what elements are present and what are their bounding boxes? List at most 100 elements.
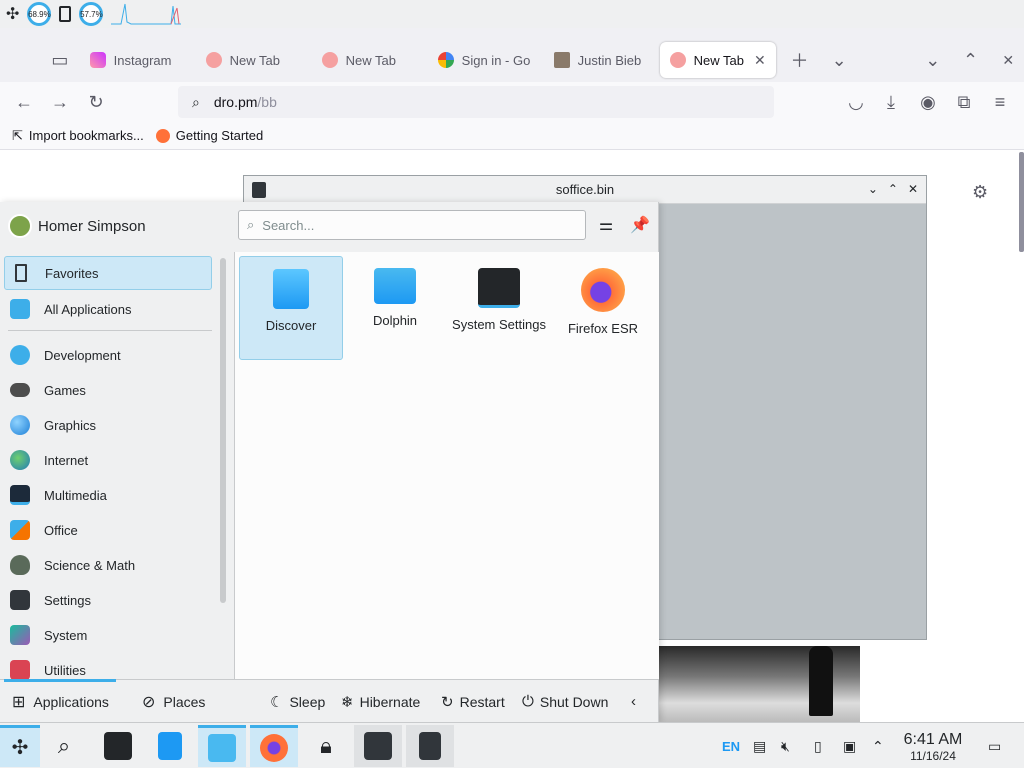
sidebar-item-multimedia[interactable]: Multimedia — [4, 478, 212, 512]
top-panel: ✣ 68.9% 57.7% — [0, 0, 1024, 28]
tab-new-tab[interactable]: New Tab — [196, 42, 312, 78]
memory-meter[interactable]: 57.7% — [79, 2, 104, 26]
volume-muted-icon[interactable]: 🔇︎ — [781, 723, 790, 768]
keyboard-layout[interactable]: EN — [722, 723, 740, 768]
bookmark-import[interactable]: ⇱ Import bookmarks... — [12, 128, 144, 144]
close-window-icon[interactable]: ✕ — [992, 44, 1024, 76]
memory-percent: 57.7% — [80, 9, 103, 19]
sidebar-item-utilities[interactable]: Utilities — [4, 653, 212, 679]
window-title: soffice.bin — [555, 182, 615, 197]
sidebar-item-office[interactable]: Office — [4, 513, 212, 547]
tab-justin-bieber[interactable]: Justin Bieb — [544, 42, 660, 78]
menu-icon[interactable]: ≡ — [984, 86, 1016, 118]
app-launcher-icon[interactable]: ✣ — [6, 4, 19, 24]
maximize-icon[interactable]: ⌃ — [888, 182, 898, 196]
shut-down-button[interactable]: ⏻ Shut Down — [522, 680, 608, 723]
task-lock[interactable]: 🔒︎ — [302, 725, 350, 767]
system-settings-icon — [478, 268, 520, 308]
expand-tray-chevron-icon[interactable]: ⌃ — [872, 723, 884, 768]
close-tab-icon[interactable]: ✕ — [754, 52, 766, 69]
graphics-icon — [10, 415, 30, 435]
app-tile-system-settings[interactable]: System Settings — [447, 256, 551, 360]
avatar[interactable] — [8, 214, 32, 238]
category-sidebar: Favorites All Applications Development G… — [0, 252, 234, 679]
url-bar[interactable]: ⌕ dro.pm/bb — [178, 86, 774, 118]
sidebar-item-favorites[interactable]: Favorites — [4, 256, 212, 290]
bookmark-getting-started[interactable]: Getting Started — [155, 128, 263, 143]
sidebar-item-system[interactable]: System — [4, 618, 212, 652]
tab-instagram[interactable]: Instagram — [80, 42, 196, 78]
show-desktop-icon[interactable]: ▭ — [988, 723, 1001, 768]
task-firefox[interactable] — [250, 725, 298, 767]
task-soffice[interactable] — [406, 725, 454, 767]
tab-overview-icon[interactable]: ▭ — [44, 44, 76, 76]
soffice-titlebar[interactable]: soffice.bin ⌄ ⌃ ✕ — [244, 176, 926, 204]
app-tile-dolphin[interactable]: Dolphin — [343, 256, 447, 360]
navigation-bar: ← → ↻ ⌕ dro.pm/bb ◡ ⤓ ◉ ⧉ ≡ — [0, 82, 1024, 122]
app-tile-discover[interactable]: Discover — [239, 256, 343, 360]
pin-icon[interactable]: 📌 — [629, 214, 651, 236]
maximize-icon[interactable]: ⌃ — [955, 44, 987, 76]
tab-places[interactable]: ⊘ Places — [142, 680, 205, 723]
url-host: dro.pm — [213, 94, 258, 110]
network-icon[interactable]: ▣ — [843, 723, 856, 768]
sidebar-item-all-applications[interactable]: All Applications — [4, 292, 212, 326]
tab-bar: ▭ Instagram New Tab New Tab Sign in - Go… — [0, 38, 1024, 82]
sidebar-item-settings[interactable]: Settings — [4, 583, 212, 617]
sidebar-item-development[interactable]: Development — [4, 338, 212, 372]
settings-sliders-icon — [10, 590, 30, 610]
tab-google-sign-in[interactable]: Sign in - Go — [428, 42, 544, 78]
new-tab-plus-icon[interactable]: ＋ — [784, 44, 816, 76]
tab-new-tab-active[interactable]: New Tab ✕ — [659, 42, 776, 78]
extensions-icon[interactable]: ⧉ — [948, 86, 980, 118]
tab-applications[interactable]: ⊞ Applications — [4, 679, 116, 723]
search-icon: ⌕ — [247, 217, 255, 232]
account-icon[interactable]: ◉ — [912, 86, 944, 118]
back-icon[interactable]: ← — [8, 86, 40, 118]
restart-button[interactable]: ↻ Restart — [441, 680, 505, 723]
search-input[interactable] — [262, 217, 563, 233]
battery-icon[interactable]: ▯ — [814, 723, 822, 768]
gamepad-icon — [10, 383, 30, 397]
task-dolphin[interactable] — [198, 725, 246, 767]
configure-sliders-icon[interactable]: ⚌ — [595, 214, 617, 236]
firefox-icon — [321, 52, 338, 68]
sidebar-item-games[interactable]: Games — [4, 373, 212, 407]
minimize-icon[interactable]: ⌄ — [868, 182, 878, 196]
firefox-icon — [581, 268, 625, 312]
task-system-settings[interactable] — [94, 725, 142, 767]
page-scrollbar[interactable] — [1019, 152, 1024, 252]
more-options-button[interactable]: ‹ — [631, 680, 636, 723]
downloads-icon[interactable]: ⤓ — [875, 86, 907, 118]
clock[interactable]: 6:41 AM 11/16/24 — [896, 731, 970, 763]
compass-icon: ⊘ — [142, 693, 156, 711]
app-launcher-button[interactable]: ✣ — [0, 725, 40, 767]
sidebar-item-science-math[interactable]: Science & Math — [4, 548, 212, 582]
forward-icon[interactable]: → — [44, 86, 76, 118]
pocket-icon[interactable]: ◡ — [840, 86, 872, 118]
sidebar-item-graphics[interactable]: Graphics — [4, 408, 212, 442]
task-discover[interactable] — [146, 725, 194, 767]
clipboard-icon[interactable]: ▤ — [753, 723, 766, 768]
reload-icon[interactable]: ↻ — [80, 86, 112, 118]
folder-icon — [374, 268, 416, 304]
app-tile-firefox-esr[interactable]: Firefox ESR — [551, 256, 655, 360]
cpu-meter[interactable]: 68.9% — [27, 2, 52, 26]
sidebar-scrollbar[interactable] — [220, 258, 226, 603]
minimize-icon[interactable]: ⌄ — [917, 44, 949, 76]
search-button[interactable]: ⌕ — [40, 725, 88, 767]
close-icon[interactable]: ✕ — [908, 182, 918, 196]
tab-new-tab[interactable]: New Tab — [312, 42, 428, 78]
sleep-button[interactable]: ☾ Sleep — [270, 680, 325, 723]
sidebar-item-internet[interactable]: Internet — [4, 443, 212, 477]
hibernate-button[interactable]: ❄ Hibernate — [341, 680, 420, 723]
list-tabs-chevron-icon[interactable]: ⌄ — [823, 44, 855, 76]
google-icon — [437, 52, 454, 68]
search-box[interactable]: ⌕ — [238, 210, 586, 240]
task-terminal[interactable] — [354, 725, 402, 767]
network-graph[interactable] — [111, 2, 182, 26]
page-settings-gear-icon[interactable]: ⚙ — [972, 182, 988, 203]
firefox-icon — [260, 733, 288, 762]
bookmark-icon — [15, 264, 27, 282]
import-icon: ⇱ — [12, 127, 23, 143]
